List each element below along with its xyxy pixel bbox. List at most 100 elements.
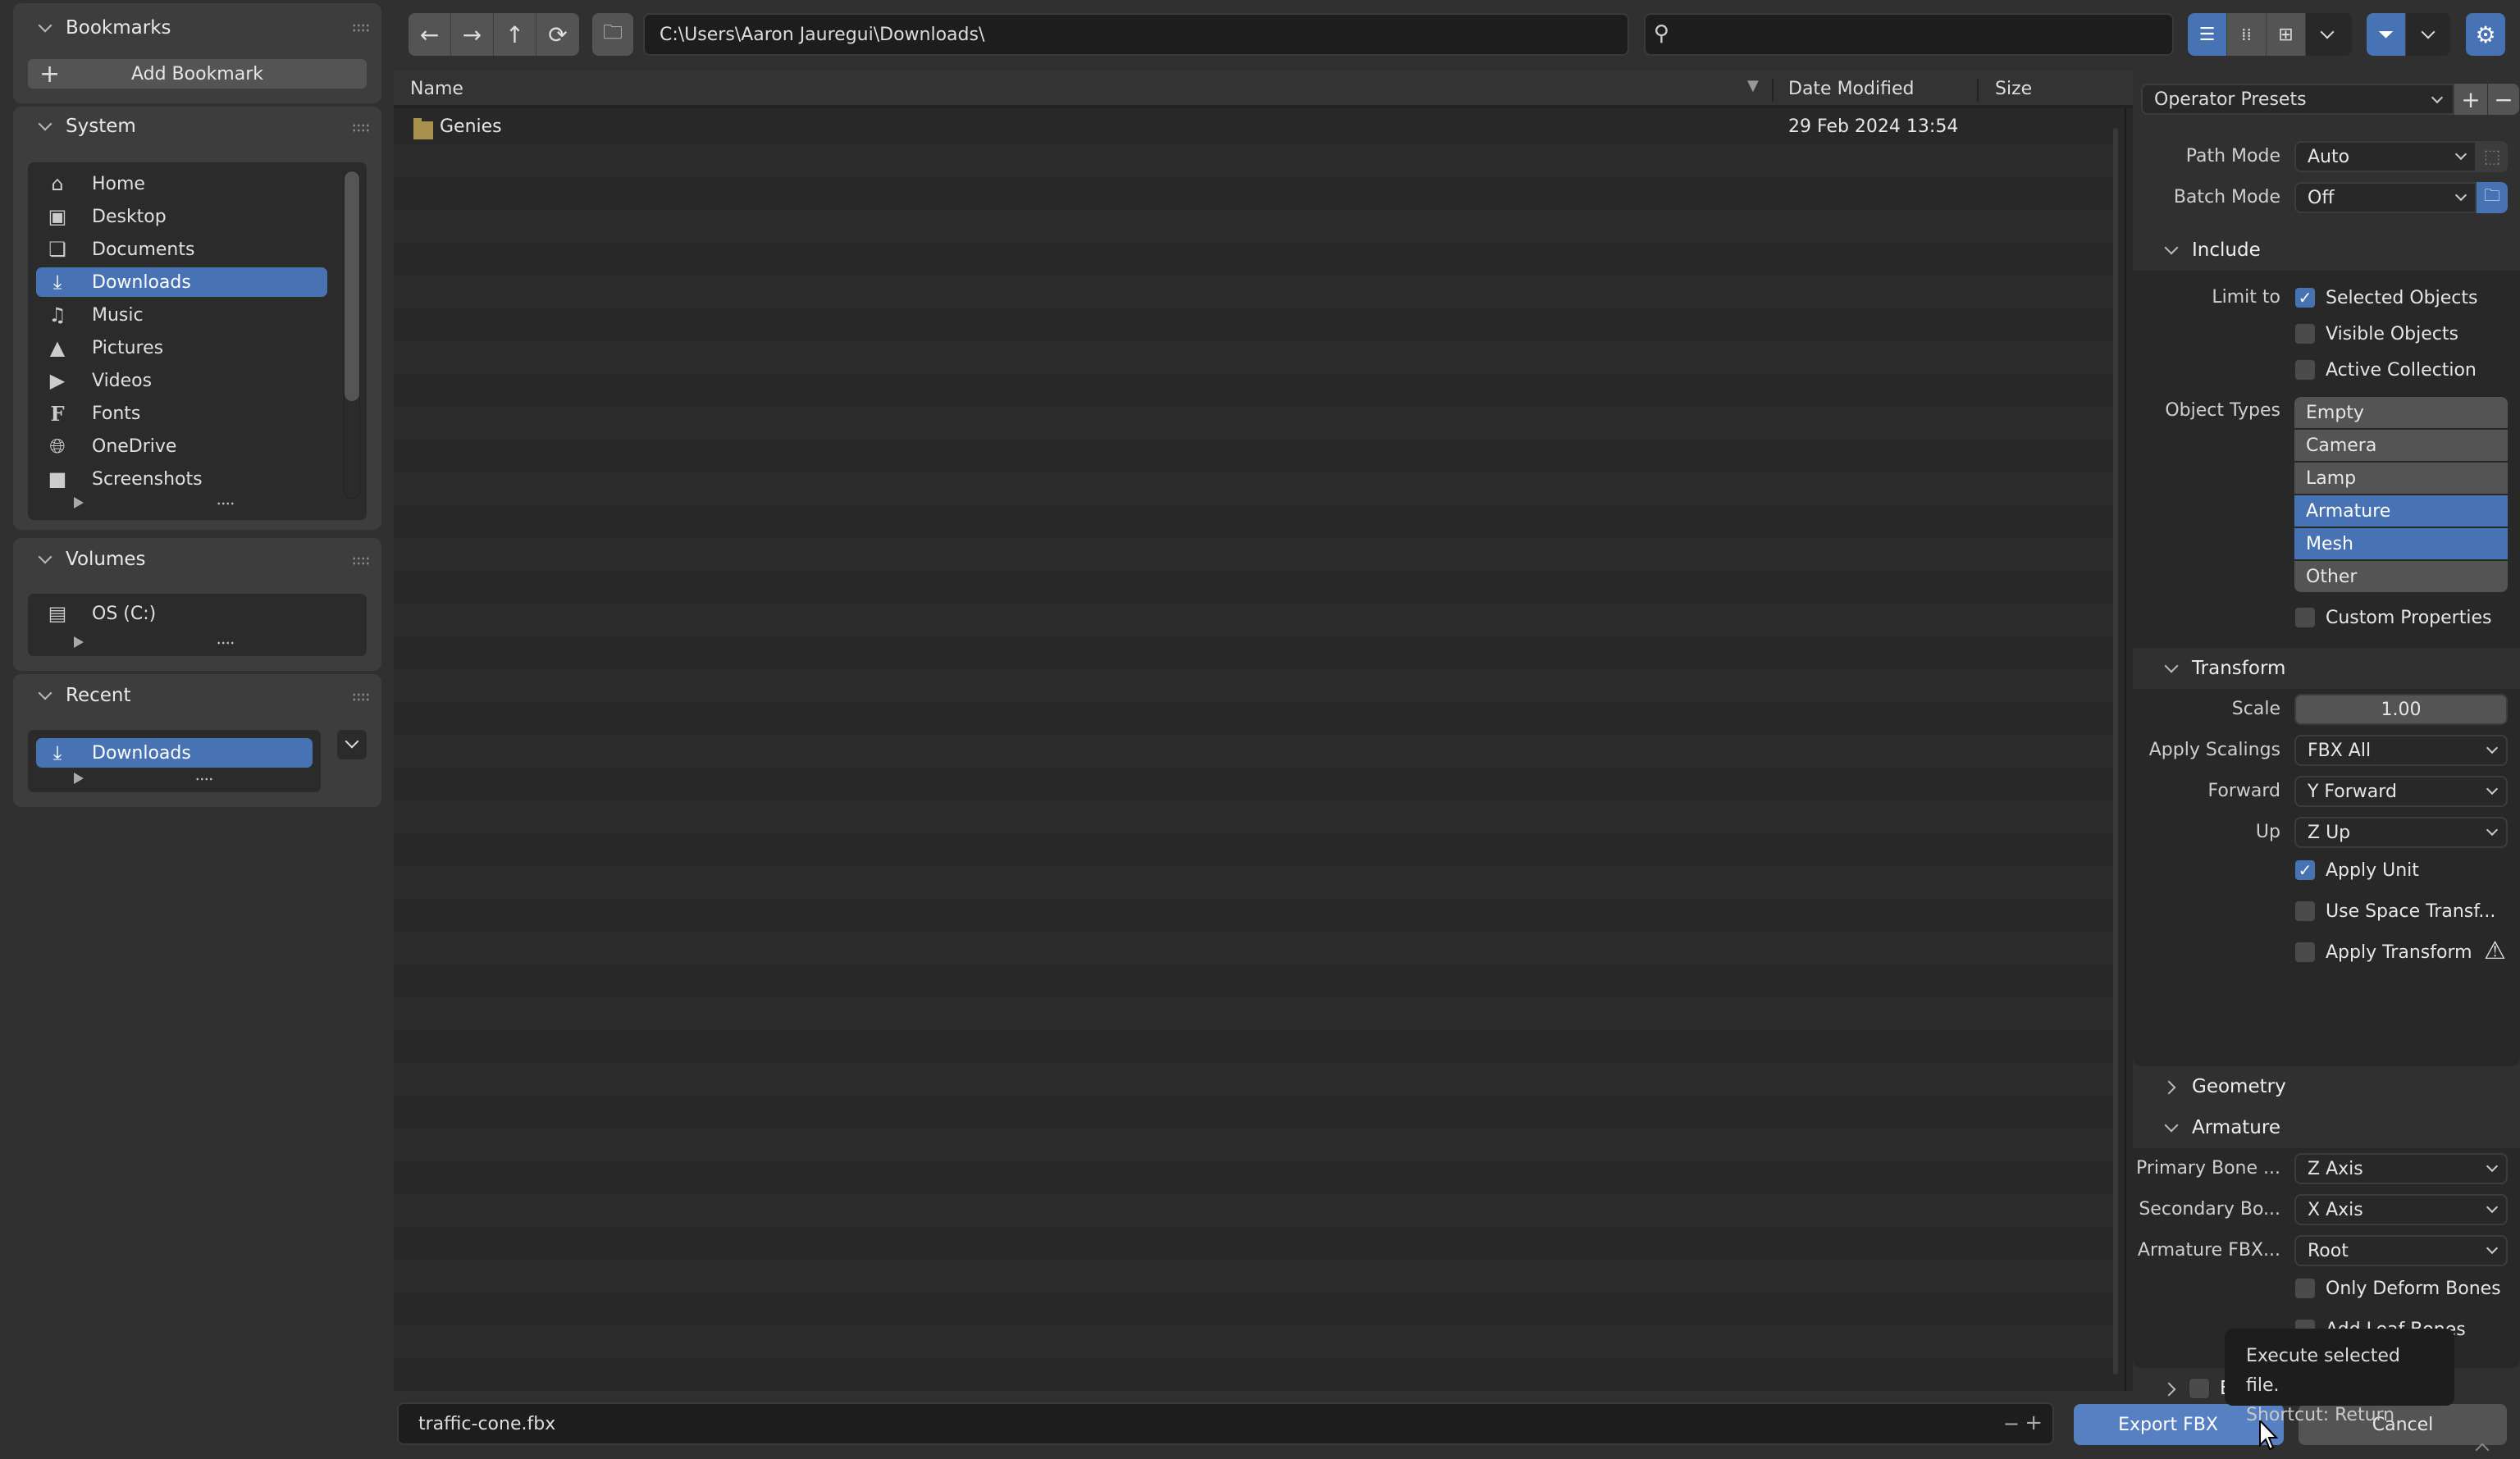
drag-grip-icon[interactable] bbox=[352, 556, 370, 566]
row-stripe bbox=[394, 1128, 2113, 1161]
secondary-bone-dropdown[interactable]: X Axis bbox=[2294, 1194, 2508, 1225]
section-title: Armature bbox=[2192, 1117, 2280, 1138]
export-label: Export FBX bbox=[2118, 1414, 2218, 1435]
scrollbar[interactable] bbox=[344, 171, 360, 499]
path-input[interactable]: C:\Users\Aaron Jauregui\Downloads\ bbox=[643, 13, 1629, 56]
sidebar-item-pictures[interactable]: ▲ Pictures bbox=[36, 333, 325, 362]
resize-grip-icon[interactable] bbox=[195, 776, 213, 782]
apply-unit-checkbox[interactable]: ✓ Apply Unit bbox=[2294, 858, 2419, 882]
use-space-transform-checkbox[interactable]: Use Space Transf... bbox=[2294, 899, 2495, 923]
parent-directory-button[interactable]: ↑ bbox=[494, 13, 536, 56]
selected-objects-checkbox[interactable]: ✓ Selected Objects bbox=[2294, 285, 2477, 310]
primary-bone-dropdown[interactable]: Z Axis bbox=[2294, 1153, 2508, 1184]
include-section-header[interactable]: Include bbox=[2133, 230, 2520, 271]
expand-triangle-icon[interactable] bbox=[74, 497, 84, 508]
column-date[interactable]: Date Modified bbox=[1788, 79, 1914, 99]
drag-grip-icon[interactable] bbox=[352, 123, 370, 133]
expand-triangle-icon[interactable] bbox=[74, 773, 84, 784]
increment-button[interactable]: + bbox=[2025, 1411, 2043, 1435]
thumbnails-icon: ⊞ bbox=[2278, 24, 2294, 45]
recent-menu-button[interactable] bbox=[337, 730, 367, 759]
object-type-mesh[interactable]: Mesh bbox=[2294, 528, 2508, 559]
operator-presets-dropdown[interactable]: Operator Presets bbox=[2141, 84, 2454, 115]
new-folder-button[interactable]: 🗀︎ bbox=[592, 13, 633, 56]
column-divider[interactable] bbox=[1977, 79, 1979, 102]
volumes-header[interactable]: Volumes bbox=[38, 546, 146, 572]
scale-slider[interactable]: 1.00 bbox=[2294, 694, 2508, 725]
embed-textures-button[interactable]: ⬚ bbox=[2477, 141, 2508, 172]
forward-button[interactable]: → bbox=[451, 13, 494, 56]
only-deform-bones-checkbox[interactable]: Only Deform Bones bbox=[2294, 1276, 2501, 1301]
display-options-button[interactable] bbox=[2306, 13, 2349, 56]
remove-preset-button[interactable]: − bbox=[2488, 84, 2519, 115]
resize-grip-icon[interactable] bbox=[217, 640, 235, 646]
column-divider[interactable] bbox=[1772, 79, 1774, 102]
object-type-camera[interactable]: Camera bbox=[2294, 430, 2508, 461]
custom-properties-checkbox[interactable]: Custom Properties bbox=[2294, 605, 2491, 630]
display-vertical-list-button[interactable]: ☰ bbox=[2188, 13, 2227, 56]
transform-section-header[interactable]: Transform bbox=[2133, 648, 2520, 689]
row-stripe bbox=[394, 899, 2113, 932]
resize-grip-icon[interactable] bbox=[217, 500, 235, 507]
file-name: Genies bbox=[440, 116, 502, 137]
display-thumbnails-button[interactable]: ⊞ bbox=[2267, 13, 2306, 56]
sort-direction-icon[interactable]: ▼ bbox=[1747, 77, 1759, 94]
recent-header[interactable]: Recent bbox=[38, 682, 131, 709]
column-name[interactable]: Name bbox=[410, 79, 463, 99]
settings-toggle-button[interactable]: ⚙ bbox=[2466, 13, 2505, 56]
bake-animation-checkbox[interactable] bbox=[2189, 1378, 2210, 1399]
sidebar-item-documents[interactable]: ❏ Documents bbox=[36, 235, 325, 264]
sidebar-item-music[interactable]: ♫ Music bbox=[36, 300, 325, 330]
drag-grip-icon[interactable] bbox=[352, 692, 370, 702]
sidebar-item-fonts[interactable]: F Fonts bbox=[36, 399, 325, 428]
column-size[interactable]: Size bbox=[1995, 79, 2032, 99]
sidebar-item-screenshots[interactable]: ■ Screenshots bbox=[36, 464, 325, 494]
sidebar-item-downloads[interactable]: ⤓ Downloads bbox=[36, 267, 327, 297]
batch-own-dir-button[interactable]: 🗀︎ bbox=[2477, 182, 2508, 213]
back-button[interactable]: ← bbox=[409, 13, 451, 56]
object-type-empty[interactable]: Empty bbox=[2294, 397, 2508, 428]
geometry-section-header[interactable]: Geometry bbox=[2133, 1066, 2520, 1107]
dropdown-value: Z Axis bbox=[2308, 1158, 2363, 1179]
batch-mode-dropdown[interactable]: Off bbox=[2294, 182, 2477, 213]
gear-icon: ⚙ bbox=[2475, 21, 2496, 48]
system-header[interactable]: System bbox=[38, 113, 136, 139]
expand-triangle-icon[interactable] bbox=[74, 636, 84, 648]
sidebar-item-os-c[interactable]: ▤ OS (C:) bbox=[36, 599, 348, 628]
object-type-lamp[interactable]: Lamp bbox=[2294, 463, 2508, 494]
active-collection-checkbox[interactable]: Active Collection bbox=[2294, 358, 2477, 382]
search-input[interactable]: ⚲ bbox=[1644, 13, 2174, 56]
add-preset-button[interactable]: + bbox=[2454, 84, 2487, 115]
drag-grip-icon[interactable] bbox=[352, 23, 370, 33]
filter-options-button[interactable] bbox=[2406, 13, 2450, 56]
filename-input[interactable]: traffic-cone.fbx − + bbox=[397, 1402, 2054, 1445]
sidebar-item-onedrive[interactable]: 🌐︎ OneDrive bbox=[36, 431, 325, 461]
display-horizontal-list-button[interactable]: ⁞⁞ bbox=[2227, 13, 2267, 56]
armature-fbx-dropdown[interactable]: Root bbox=[2294, 1235, 2508, 1266]
disk-icon: ▤ bbox=[48, 602, 67, 625]
object-type-armature[interactable]: Armature bbox=[2294, 495, 2508, 527]
forward-dropdown[interactable]: Y Forward bbox=[2294, 776, 2508, 807]
apply-scalings-label: Apply Scalings bbox=[2148, 740, 2280, 760]
file-row[interactable]: Genies 29 Feb 2024 13:54 bbox=[394, 112, 2113, 144]
filter-toggle-button[interactable]: ⏷ bbox=[2367, 13, 2406, 56]
object-type-other[interactable]: Other bbox=[2294, 561, 2508, 592]
sidebar-item-desktop[interactable]: ▣ Desktop bbox=[36, 202, 325, 231]
file-list-scrollbar[interactable] bbox=[2113, 128, 2118, 1375]
scrollbar-thumb[interactable] bbox=[345, 171, 359, 401]
path-mode-dropdown[interactable]: Auto bbox=[2294, 141, 2477, 172]
up-dropdown[interactable]: Z Up bbox=[2294, 817, 2508, 848]
armature-section-header[interactable]: Armature bbox=[2133, 1107, 2520, 1148]
recent-item-downloads[interactable]: ⤓ Downloads bbox=[36, 738, 313, 768]
visible-objects-checkbox[interactable]: Visible Objects bbox=[2294, 321, 2458, 346]
chevron-down-icon bbox=[2164, 243, 2179, 258]
decrement-button[interactable]: − bbox=[2003, 1412, 2020, 1435]
bookmarks-header[interactable]: Bookmarks bbox=[38, 15, 171, 41]
refresh-button[interactable]: ⟳ bbox=[536, 13, 579, 56]
add-bookmark-button[interactable]: + Add Bookmark bbox=[28, 59, 367, 89]
apply-scalings-dropdown[interactable]: FBX All bbox=[2294, 735, 2508, 766]
sidebar-item-home[interactable]: ⌂ Home bbox=[36, 169, 325, 198]
chevron-up-icon[interactable] bbox=[2475, 1443, 2490, 1457]
sidebar-item-videos[interactable]: ▶ Videos bbox=[36, 366, 325, 395]
apply-transform-checkbox[interactable]: Apply Transform bbox=[2294, 940, 2472, 964]
